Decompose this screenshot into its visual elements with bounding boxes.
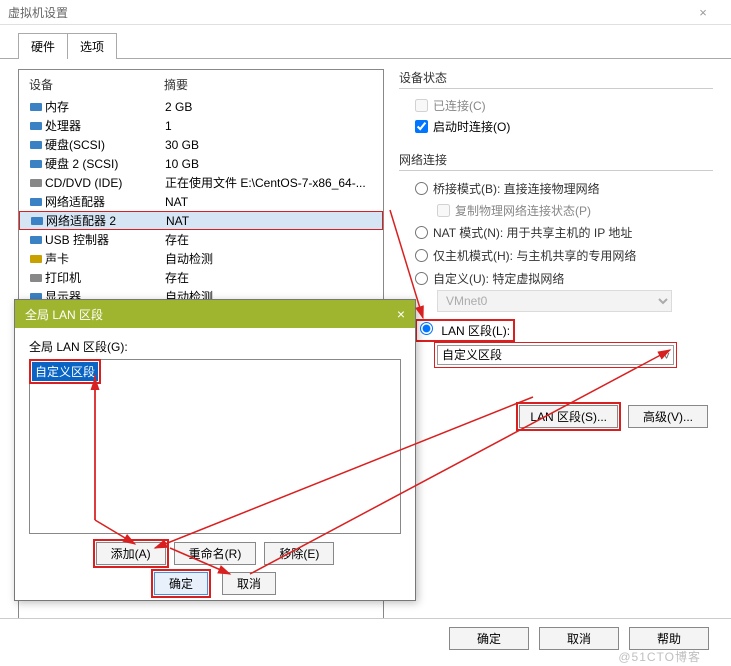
rename-button[interactable]: 重命名(R)	[174, 542, 257, 565]
device-status-group: 设备状态 已连接(C) 启动时连接(O)	[399, 69, 713, 137]
chk-replicate: 复制物理网络连接状态(P)	[399, 200, 713, 221]
window-title: 虚拟机设置	[8, 4, 683, 21]
chk-connect-at-power[interactable]: 启动时连接(O)	[399, 116, 713, 137]
col-device: 设备	[29, 76, 164, 93]
hw-row-usb[interactable]: USB 控制器存在	[19, 230, 383, 249]
lan-dialog: 全局 LAN 区段 × 全局 LAN 区段(G): 自定义区段 添加(A) 重命…	[14, 299, 416, 601]
group-title: 设备状态	[399, 69, 713, 89]
radio-hostonly[interactable]: 仅主机模式(H): 与主机共享的专用网络	[399, 244, 713, 267]
footer: 确定 取消 帮助	[0, 618, 731, 650]
hw-name: 打印机	[45, 269, 165, 286]
cancel-button[interactable]: 取消	[222, 572, 276, 595]
hw-name: USB 控制器	[45, 231, 165, 248]
hw-summary: 10 GB	[165, 157, 378, 171]
col-summary: 摘要	[164, 76, 188, 93]
radio-lan[interactable]: LAN 区段(L):	[399, 316, 713, 345]
advanced-button[interactable]: 高级(V)...	[628, 405, 708, 428]
hw-summary: 30 GB	[165, 138, 378, 152]
add-button[interactable]: 添加(A)	[96, 542, 166, 565]
chk-connected-box	[415, 99, 428, 112]
vmnet-select: VMnet0	[437, 290, 672, 312]
lan-segments-button[interactable]: LAN 区段(S)...	[519, 405, 618, 428]
lan-dialog-title: 全局 LAN 区段 ×	[15, 300, 415, 328]
hw-row-net[interactable]: 网络适配器 2NAT	[19, 211, 383, 230]
hw-summary: 存在	[165, 269, 378, 286]
net-icon	[27, 195, 45, 209]
hw-summary: NAT	[165, 195, 378, 209]
hw-row-memory[interactable]: 内存2 GB	[19, 97, 383, 116]
hw-row-disk[interactable]: 硬盘 2 (SCSI)10 GB	[19, 154, 383, 173]
radio-bridged[interactable]: 桥接模式(B): 直接连接物理网络	[399, 177, 713, 200]
hw-row-cd[interactable]: CD/DVD (IDE)正在使用文件 E:\CentOS-7-x86_64-..…	[19, 173, 383, 192]
lan-list[interactable]: 自定义区段	[29, 359, 401, 534]
close-icon[interactable]: ×	[683, 5, 723, 20]
hw-name: 声卡	[45, 250, 165, 267]
hw-row-printer[interactable]: 打印机存在	[19, 268, 383, 287]
hw-row-disk[interactable]: 硬盘(SCSI)30 GB	[19, 135, 383, 154]
hw-name: 处理器	[45, 117, 165, 134]
disk-icon	[27, 138, 45, 152]
lan-list-label: 全局 LAN 区段(G):	[29, 338, 401, 355]
hw-row-cpu[interactable]: 处理器1	[19, 116, 383, 135]
group-title: 网络连接	[399, 151, 713, 171]
tab-hardware[interactable]: 硬件	[18, 33, 68, 59]
cancel-button[interactable]: 取消	[539, 627, 619, 650]
hw-name: CD/DVD (IDE)	[45, 176, 165, 190]
help-button[interactable]: 帮助	[629, 627, 709, 650]
radio-nat[interactable]: NAT 模式(N): 用于共享主机的 IP 地址	[399, 221, 713, 244]
ok-button[interactable]: 确定	[449, 627, 529, 650]
hw-name: 硬盘 2 (SCSI)	[45, 155, 165, 172]
chk-connected: 已连接(C)	[399, 95, 713, 116]
memory-icon	[27, 100, 45, 114]
titlebar: 虚拟机设置 ×	[0, 0, 731, 25]
hw-row-net[interactable]: 网络适配器NAT	[19, 192, 383, 211]
hw-name: 内存	[45, 98, 165, 115]
hw-header: 设备 摘要	[19, 70, 383, 97]
hw-summary: 正在使用文件 E:\CentOS-7-x86_64-...	[165, 174, 378, 191]
disk-icon	[27, 157, 45, 171]
close-icon[interactable]: ×	[397, 306, 405, 322]
net-icon	[28, 214, 46, 228]
hw-row-sound[interactable]: 声卡自动检测	[19, 249, 383, 268]
hw-summary: 1	[165, 119, 378, 133]
cpu-icon	[27, 119, 45, 133]
hw-summary: NAT	[166, 214, 377, 228]
watermark: @51CTO博客	[618, 648, 701, 665]
tab-strip: 硬件 选项	[0, 25, 731, 59]
lan-select-wrap[interactable]: 自定义区段 ˅	[437, 345, 674, 365]
hw-name: 网络适配器	[45, 193, 165, 210]
chk-connect-at-power-box[interactable]	[415, 120, 428, 133]
remove-button[interactable]: 移除(E)	[264, 542, 334, 565]
network-connection-group: 网络连接 桥接模式(B): 直接连接物理网络 复制物理网络连接状态(P) NAT…	[399, 151, 713, 428]
hw-name: 网络适配器 2	[46, 212, 166, 229]
printer-icon	[27, 271, 45, 285]
cd-icon	[27, 176, 45, 190]
hw-summary: 2 GB	[165, 100, 378, 114]
sound-icon	[27, 252, 45, 266]
hw-name: 硬盘(SCSI)	[45, 136, 165, 153]
usb-icon	[27, 233, 45, 247]
hw-summary: 存在	[165, 231, 378, 248]
hw-summary: 自动检测	[165, 250, 378, 267]
lan-select[interactable]: 自定义区段	[437, 345, 674, 365]
lan-list-item[interactable]: 自定义区段	[32, 362, 98, 381]
ok-button[interactable]: 确定	[154, 572, 208, 595]
radio-custom[interactable]: 自定义(U): 特定虚拟网络	[399, 267, 713, 290]
tab-options[interactable]: 选项	[67, 33, 117, 59]
